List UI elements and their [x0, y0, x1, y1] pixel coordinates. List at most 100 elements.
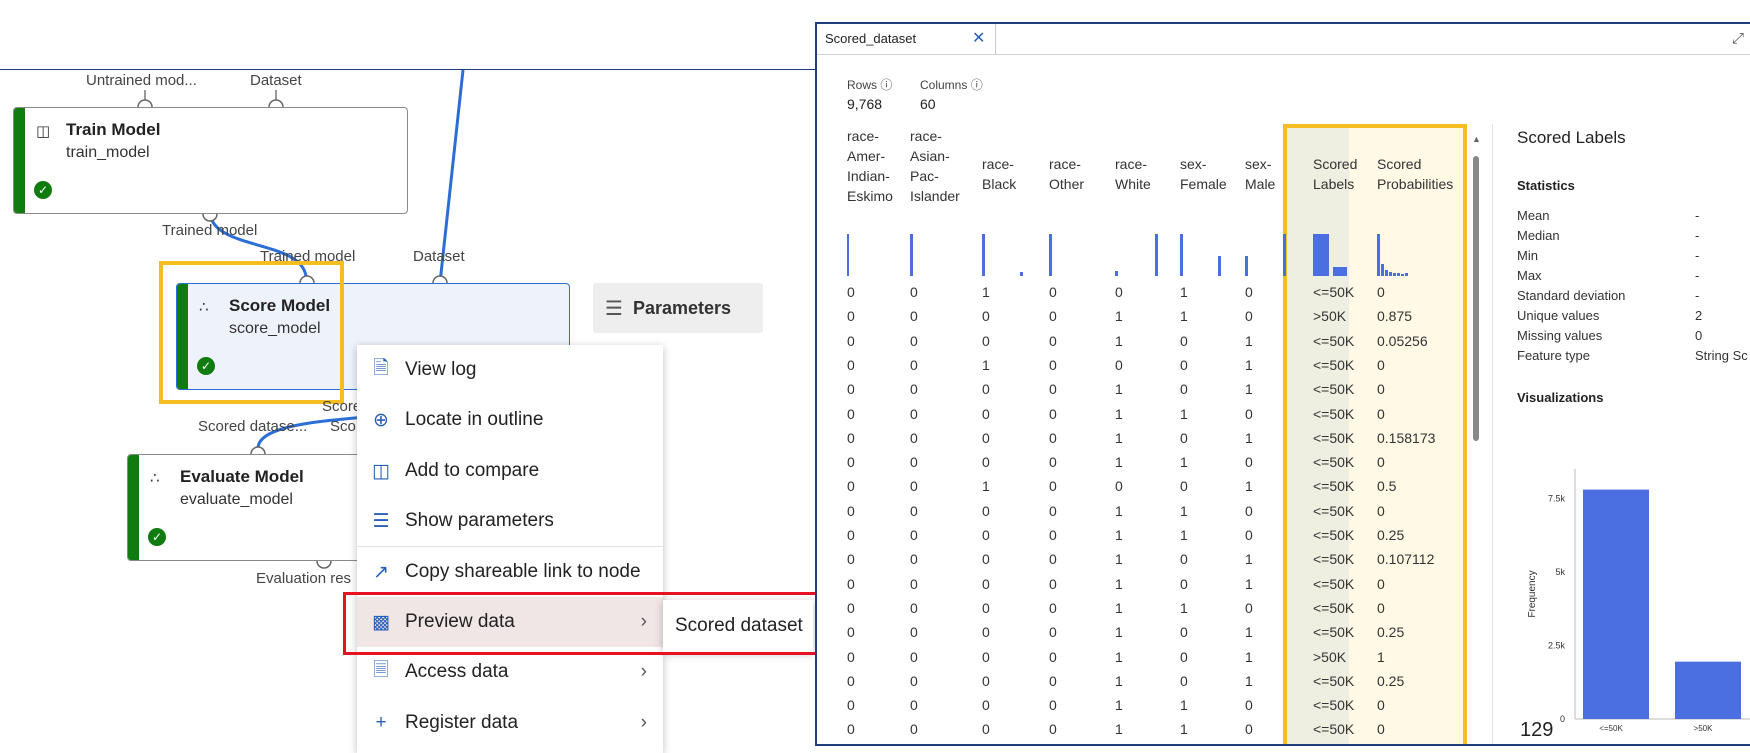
share-icon: ↗	[373, 561, 389, 583]
table-cell: 0	[1115, 284, 1123, 300]
plus-icon: +	[375, 712, 387, 733]
table-cell: 1	[1245, 429, 1253, 446]
histogram-bar	[1218, 256, 1221, 276]
table-cell: 0	[1245, 454, 1253, 471]
table-cell: 0	[1049, 284, 1057, 300]
table-cell: 0	[1049, 308, 1057, 325]
table-cell: 0	[982, 405, 990, 422]
table-cell: 0	[910, 356, 918, 373]
table-cell: <=50K	[1313, 599, 1355, 616]
column-header[interactable]: Scored Probabilities	[1377, 154, 1453, 194]
train-model-node[interactable]: ◫ Train Model train_model ✓	[13, 107, 408, 214]
menu-item-view-log[interactable]: 🗎 View log	[357, 345, 663, 395]
table-cell: <=50K	[1313, 405, 1355, 422]
table-cell: 1	[982, 478, 990, 495]
column-header[interactable]: race- White	[1115, 154, 1151, 194]
node-subtitle: evaluate_model	[180, 491, 293, 508]
table-cell: 0	[1049, 478, 1057, 495]
stat-value: -	[1695, 248, 1700, 263]
table-cell: 1	[1115, 527, 1123, 543]
table-cell: 0	[982, 648, 990, 665]
table-cell: 0	[1245, 284, 1253, 300]
menu-item-label: Show parameters	[405, 510, 554, 531]
column-histogram	[1049, 234, 1089, 276]
table-cell: 0	[1049, 624, 1057, 641]
stat-label: Mean	[1517, 208, 1550, 223]
menu-item-copy-link[interactable]: ↗ Copy shareable link to node	[357, 547, 663, 597]
table-cell: 0	[847, 599, 855, 616]
columns-label: Columns ⓘ	[920, 78, 983, 92]
table-cell: <=50K	[1313, 429, 1355, 446]
evaluate-model-icon: ∴	[150, 470, 160, 487]
sliders-icon: ☰	[372, 510, 390, 532]
column-header[interactable]: race- Black	[982, 154, 1016, 194]
stat-value: -	[1695, 208, 1700, 223]
table-cell: 0	[1245, 527, 1253, 543]
table-cell: 1	[1180, 308, 1188, 325]
menu-item-label: View log	[405, 359, 477, 380]
table-cell: 0	[910, 697, 918, 714]
y-tick-label: 0	[1560, 714, 1565, 724]
rows-value: 9,768	[847, 96, 883, 112]
port-label-score-out: Score	[322, 398, 362, 415]
column-header[interactable]: sex- Male	[1245, 154, 1275, 194]
table-cell: 0	[847, 284, 855, 300]
table-cell: 0	[1049, 697, 1057, 714]
column-header[interactable]: race- Asian- Pac- Islander	[910, 126, 960, 206]
table-cell: <=50K	[1313, 478, 1355, 495]
table-cell: 0	[910, 454, 918, 471]
table-cell: 0	[847, 648, 855, 665]
table-cell: 0	[1049, 502, 1057, 519]
scrollbar-thumb[interactable]	[1473, 156, 1479, 441]
table-cell: 0	[982, 599, 990, 616]
scroll-up-icon[interactable]: ▲	[1472, 134, 1481, 144]
menu-item-locate-in-outline[interactable]: ⊕ Locate in outline	[357, 395, 663, 445]
table-cell: 0	[847, 454, 855, 471]
table-cell: 0	[1115, 356, 1123, 373]
table-cell: <=50K	[1313, 502, 1355, 519]
table-cell: 1	[1115, 332, 1123, 349]
table-cell: 0	[1377, 381, 1385, 398]
close-icon[interactable]: ✕	[972, 28, 985, 48]
column-header[interactable]: sex- Female	[1180, 154, 1227, 194]
tab-scored-dataset[interactable]: Scored_dataset ✕	[817, 24, 996, 54]
vertical-scrollbar[interactable]: ▲	[1472, 134, 1481, 744]
port-label-dataset: Dataset	[250, 72, 302, 89]
table-cell: 0	[1180, 648, 1188, 665]
column-header[interactable]: race- Other	[1049, 154, 1084, 194]
table-cell: 0	[910, 599, 918, 616]
menu-item-show-parameters[interactable]: ☰ Show parameters	[357, 496, 663, 546]
table-cell: 0	[910, 575, 918, 592]
table-cell: 0	[1049, 527, 1057, 543]
table-cell: 1	[1115, 697, 1123, 714]
table-cell: 1	[1115, 672, 1123, 689]
table-cell: 0	[982, 308, 990, 325]
dataset-preview-panel: Scored_dataset ✕ ⤢ Rows ⓘ 9,768 Columns …	[815, 22, 1750, 746]
table-cell: 0.875	[1377, 308, 1413, 325]
histogram-bar	[1245, 256, 1248, 276]
column-header[interactable]: Scored Labels	[1313, 154, 1357, 194]
parameters-button[interactable]: ☰ Parameters	[593, 283, 763, 333]
histogram-bar	[1401, 274, 1404, 276]
table-cell: 1	[1115, 502, 1123, 519]
table-cell: 0	[1245, 502, 1253, 519]
table-cell: 0	[1377, 697, 1385, 714]
table-cell: 0	[847, 721, 855, 738]
stat-value: String Sc	[1695, 348, 1748, 363]
table-cell: 0	[910, 624, 918, 641]
table-cell: 0	[847, 332, 855, 349]
y-tick-label: 2.5k	[1548, 640, 1566, 650]
column-header[interactable]: race- Amer- Indian- Eskimo	[847, 126, 893, 206]
table-cell: 0.5	[1377, 478, 1397, 495]
histogram-bar	[1385, 270, 1388, 276]
table-cell: 0	[982, 672, 990, 689]
menu-item-register-data[interactable]: + Register data ›	[357, 698, 663, 748]
frequency-bar-chart: 0 2.5k 5k 7.5k Frequency <=50K >50K	[1527, 469, 1750, 733]
rows-label: Rows ⓘ	[847, 78, 893, 92]
menu-item-add-to-compare[interactable]: ◫ Add to compare	[357, 446, 663, 496]
table-cell: 0.158173	[1377, 429, 1436, 446]
table-cell: 1	[1115, 381, 1123, 398]
table-cell: <=50K	[1313, 381, 1355, 398]
sliders-icon: ☰	[605, 297, 623, 320]
expand-icon[interactable]: ⤢	[1732, 30, 1744, 47]
